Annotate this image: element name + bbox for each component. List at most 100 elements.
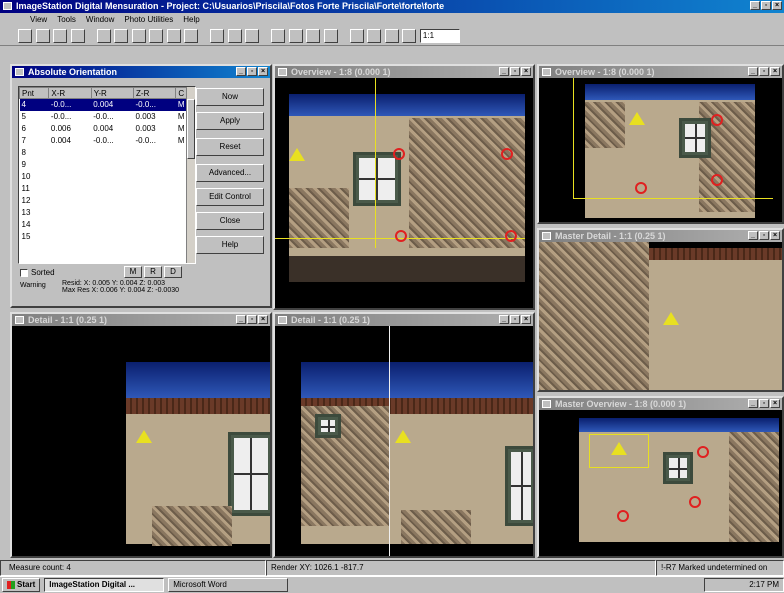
start-button[interactable]: Start xyxy=(2,578,41,592)
cascade-icon[interactable] xyxy=(288,29,303,43)
warning-marker-icon[interactable] xyxy=(136,430,152,443)
column-header[interactable]: Pnt xyxy=(19,87,50,99)
zoom-window-icon[interactable] xyxy=(131,29,146,43)
maximize-icon[interactable]: ▫ xyxy=(510,315,520,324)
now-button[interactable]: Now xyxy=(196,88,264,106)
image-view[interactable] xyxy=(275,326,533,556)
warning-marker-icon[interactable] xyxy=(629,112,645,125)
table-row[interactable]: 9 xyxy=(20,159,195,171)
image-view[interactable] xyxy=(275,78,533,308)
warning-marker-icon[interactable] xyxy=(395,430,411,443)
open-icon[interactable] xyxy=(18,29,32,43)
ratio-icon[interactable] xyxy=(384,29,399,43)
measure-icon[interactable] xyxy=(210,29,225,43)
control-point[interactable] xyxy=(617,510,629,522)
maximize-icon[interactable]: ▫ xyxy=(510,67,520,76)
table-row[interactable]: 6 0.006 0.004 0.003 M xyxy=(20,123,195,135)
control-point[interactable] xyxy=(635,182,647,194)
task-imagestation[interactable]: ImageStation Digital ... xyxy=(44,578,165,592)
control-point[interactable] xyxy=(505,230,517,242)
edit-control-button[interactable]: Edit Control xyxy=(196,188,264,206)
zoom-out-icon[interactable] xyxy=(114,29,129,43)
image-view[interactable] xyxy=(539,78,782,222)
scroll-thumb[interactable] xyxy=(187,99,195,159)
minimize-icon[interactable]: _ xyxy=(499,315,509,324)
maximize-icon[interactable]: ▫ xyxy=(247,67,257,76)
control-point[interactable] xyxy=(689,496,701,508)
minimize-icon[interactable]: _ xyxy=(236,315,246,324)
table-row[interactable]: 7 0.004 -0.0... -0.0... M xyxy=(20,135,195,147)
close-button[interactable]: Close xyxy=(196,212,264,230)
ratio-alt-icon[interactable] xyxy=(402,29,417,43)
master-overview-window[interactable]: Master Overview - 1:8 (0.000 1) _ ▫ × xyxy=(537,396,784,558)
overview-window-right[interactable]: Overview - 1:8 (0.000 1) _ ▫ × xyxy=(537,64,784,224)
sorted-checkbox[interactable] xyxy=(20,268,28,277)
close-icon[interactable]: × xyxy=(770,231,780,240)
print-icon[interactable] xyxy=(53,29,68,43)
menu-window[interactable]: Window xyxy=(86,13,114,26)
table-row[interactable]: 10 xyxy=(20,171,195,183)
maximize-icon[interactable]: ▫ xyxy=(247,315,257,324)
minimize-icon[interactable]: _ xyxy=(748,231,758,240)
one-to-one-icon[interactable] xyxy=(166,29,181,43)
search-icon[interactable] xyxy=(349,29,364,43)
menu-photo-utilities[interactable]: Photo Utilities xyxy=(124,13,173,26)
cut-icon[interactable] xyxy=(70,29,85,43)
image-view[interactable] xyxy=(539,410,782,556)
control-point[interactable] xyxy=(393,148,405,160)
tile-icon[interactable] xyxy=(271,29,286,43)
table-row[interactable]: 4 -0.0... 0.004 -0.0... M xyxy=(19,98,195,111)
table-row[interactable]: 12 xyxy=(20,195,195,207)
minimize-icon[interactable]: _ xyxy=(748,67,758,76)
pan-icon[interactable] xyxy=(184,29,199,43)
mode-d-button[interactable]: D xyxy=(164,266,182,278)
table-row[interactable]: 8 xyxy=(20,147,195,159)
detail-window-center[interactable]: Detail - 1:1 (0.25 1) _ ▫ × xyxy=(273,312,535,558)
minimize-icon[interactable]: _ xyxy=(750,1,760,10)
zoom-in-icon[interactable] xyxy=(96,29,111,43)
zoom-select[interactable]: 1:1 xyxy=(419,29,460,43)
column-header[interactable]: X-R xyxy=(48,87,92,99)
point-icon[interactable] xyxy=(227,29,242,43)
control-point[interactable] xyxy=(395,230,407,242)
table-row[interactable]: 11 xyxy=(20,183,195,195)
detail-window-left[interactable]: Detail - 1:1 (0.25 1) _ ▫ × xyxy=(10,312,272,558)
close-icon[interactable]: × xyxy=(770,399,780,408)
control-point[interactable] xyxy=(697,446,709,458)
control-point[interactable] xyxy=(711,174,723,186)
task-microsoft-word[interactable]: Microsoft Word xyxy=(168,578,289,592)
minimize-icon[interactable]: _ xyxy=(236,67,246,76)
vertical-scrollbar[interactable] xyxy=(186,87,195,263)
warning-marker-icon[interactable] xyxy=(611,442,627,455)
advanced-button[interactable]: Advanced... xyxy=(196,164,264,182)
magnify-icon[interactable] xyxy=(367,29,382,43)
maximize-icon[interactable]: ▫ xyxy=(759,399,769,408)
mode-r-button[interactable]: R xyxy=(144,266,162,278)
control-point[interactable] xyxy=(501,148,513,160)
control-point[interactable] xyxy=(711,114,723,126)
mode-m-button[interactable]: M xyxy=(124,266,142,278)
table-row[interactable]: 14 xyxy=(20,219,195,231)
table-row[interactable]: 15 xyxy=(20,231,195,243)
menu-tools[interactable]: Tools xyxy=(57,13,76,26)
restore-icon[interactable]: ▫ xyxy=(761,1,771,10)
image-view[interactable] xyxy=(539,242,782,390)
save-icon[interactable] xyxy=(35,29,50,43)
overview-window-center[interactable]: Overview - 1:8 (0.000 1) _ ▫ × xyxy=(273,64,535,310)
close-icon[interactable]: × xyxy=(258,315,268,324)
column-header[interactable]: Z-R xyxy=(133,87,177,99)
warning-marker-icon[interactable] xyxy=(663,312,679,325)
close-icon[interactable]: × xyxy=(258,67,268,76)
window-icon[interactable] xyxy=(306,29,321,43)
close-icon[interactable]: × xyxy=(772,1,782,10)
close-icon[interactable]: × xyxy=(521,315,531,324)
close-icon[interactable]: × xyxy=(770,67,780,76)
tool-icon[interactable] xyxy=(323,29,338,43)
apply-button[interactable]: Apply xyxy=(196,112,264,130)
close-icon[interactable]: × xyxy=(521,67,531,76)
maximize-icon[interactable]: ▫ xyxy=(759,67,769,76)
fit-icon[interactable] xyxy=(149,29,164,43)
minimize-icon[interactable]: _ xyxy=(499,67,509,76)
residual-table[interactable]: Pnt X-R Y-R Z-R C 4 -0.0... 0.004 -0.0... M 5… xyxy=(18,86,196,264)
column-header[interactable]: Y-R xyxy=(90,87,135,99)
